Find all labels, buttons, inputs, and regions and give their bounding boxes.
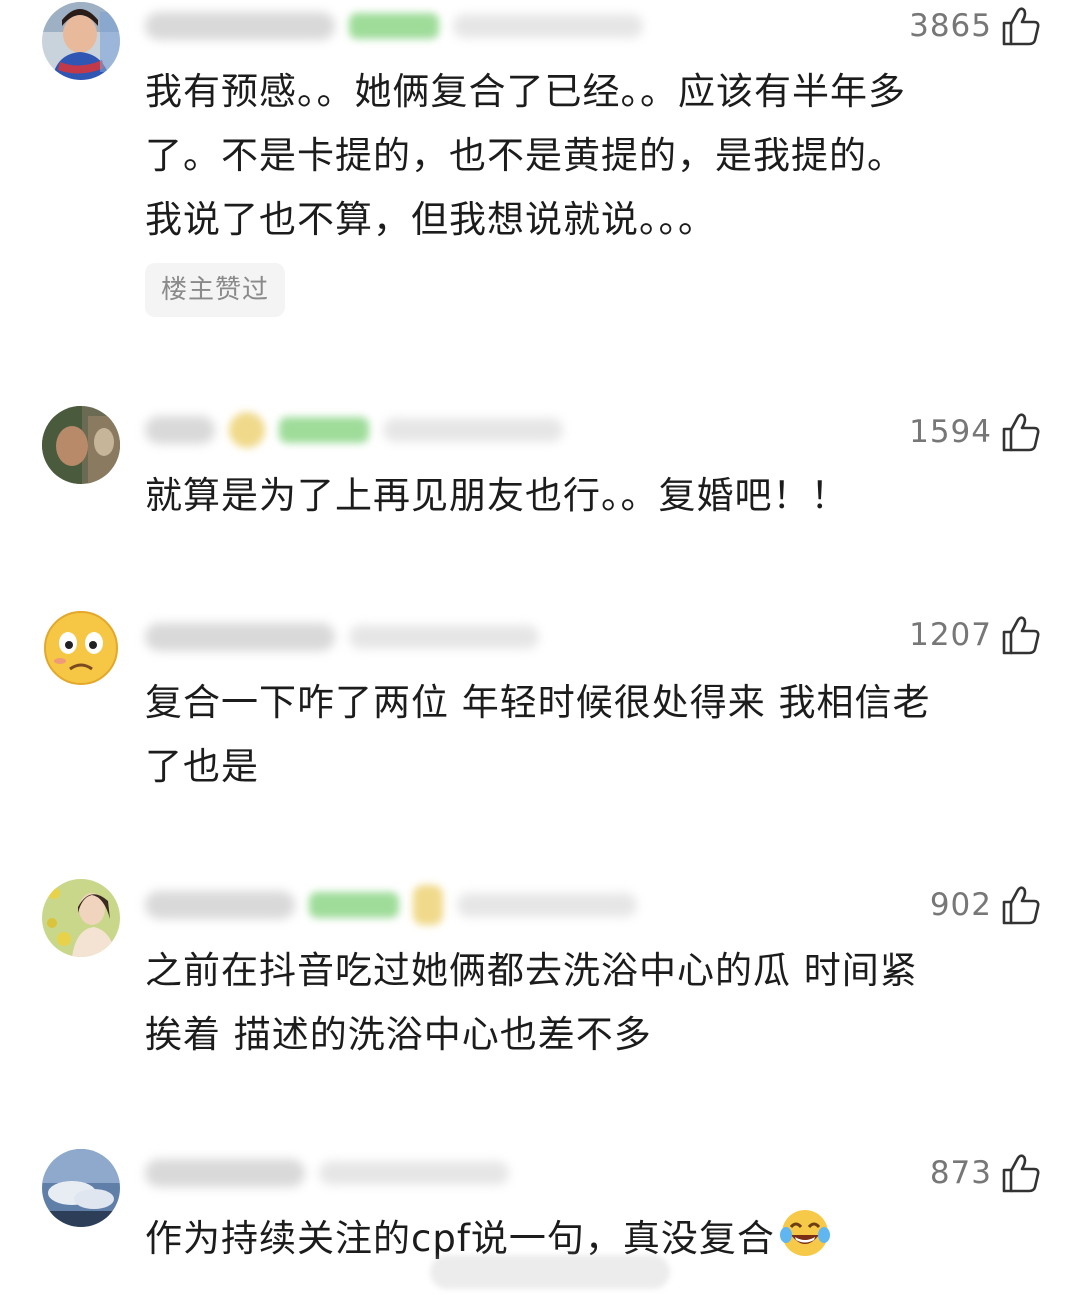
medal-icon-blurred (413, 885, 443, 925)
comment-item: 902 之前在抖音吃过她俩都去洗浴中心的瓜 时间紧 挨着 描述的洗浴中心也差不多 (0, 875, 1080, 1075)
comment-text-content: 作为持续关注的cpf说一句，真没复合 (145, 1217, 775, 1260)
comment-time-blurred (383, 418, 563, 442)
thumbs-up-icon (1002, 1154, 1040, 1193)
comment-text: 之前在抖音吃过她俩都去洗浴中心的瓜 时间紧 挨着 描述的洗浴中心也差不多 (145, 949, 918, 1056)
avatar[interactable] (42, 1149, 120, 1227)
like-button[interactable]: 3865 (909, 4, 1042, 48)
avatar[interactable] (42, 609, 120, 687)
username-blurred[interactable] (145, 416, 215, 444)
user-meta (145, 619, 539, 655)
avatar[interactable] (42, 2, 120, 80)
like-count: 902 (929, 887, 992, 923)
like-button[interactable]: 1594 (909, 410, 1042, 454)
username-blurred[interactable] (145, 623, 335, 651)
username-blurred[interactable] (145, 1159, 305, 1187)
avatar-sky-clouds-icon (42, 1149, 120, 1227)
comment-item: 1594 就算是为了上再见朋友也行。。复婚吧！！ (0, 400, 1080, 540)
user-badge-blurred (309, 892, 399, 918)
comment-text: 就算是为了上再见朋友也行。。复婚吧！！ (145, 474, 849, 517)
like-button[interactable]: 902 (930, 883, 1042, 927)
avatar-woman-flowers-icon (42, 879, 120, 957)
comment-text: 复合一下咋了两位 年轻时候很处得来 我相信老 了也是 (145, 681, 931, 788)
avatar-sad-emoji-icon (42, 609, 120, 687)
avatar-girl-scarf-icon (42, 2, 120, 80)
comment-time-blurred (349, 625, 539, 649)
like-count: 1594 (909, 414, 992, 450)
avatar-photo-icon (42, 406, 120, 484)
thumbs-up-icon (1002, 7, 1040, 46)
user-meta (145, 885, 637, 925)
author-liked-badge: 楼主赞过 (145, 263, 286, 317)
comment-item: 3865 我有预感。。她俩复合了已经。。应该有半年多 了。不是卡提的，也不是黄提… (0, 0, 1080, 330)
user-meta (145, 412, 563, 448)
comment-item: 1207 复合一下咋了两位 年轻时候很处得来 我相信老 了也是 (0, 605, 1080, 805)
watermark (430, 1255, 670, 1289)
avatar[interactable] (42, 879, 120, 957)
user-badge-blurred (279, 417, 369, 443)
username-blurred[interactable] (145, 12, 335, 40)
thumbs-up-icon (1002, 886, 1040, 925)
like-button[interactable]: 1207 (909, 613, 1042, 657)
user-badge-blurred (349, 13, 439, 39)
comment-text: 我有预感。。她俩复合了已经。。应该有半年多 了。不是卡提的，也不是黄提的，是我提… (145, 70, 906, 241)
comment-time-blurred (453, 14, 643, 38)
medal-icon-blurred (229, 412, 265, 448)
avatar[interactable] (42, 406, 120, 484)
laugh-cry-emoji-icon (779, 1210, 830, 1256)
like-count: 873 (929, 1155, 992, 1191)
comment-time-blurred (457, 893, 637, 917)
like-button[interactable]: 873 (930, 1151, 1042, 1195)
comment-time-blurred (319, 1161, 509, 1185)
thumbs-up-icon (1002, 413, 1040, 452)
username-blurred[interactable] (145, 891, 295, 919)
thumbs-up-icon (1002, 616, 1040, 655)
like-count: 1207 (909, 617, 992, 653)
like-count: 3865 (909, 8, 992, 44)
user-meta (145, 8, 643, 44)
user-meta (145, 1155, 509, 1191)
